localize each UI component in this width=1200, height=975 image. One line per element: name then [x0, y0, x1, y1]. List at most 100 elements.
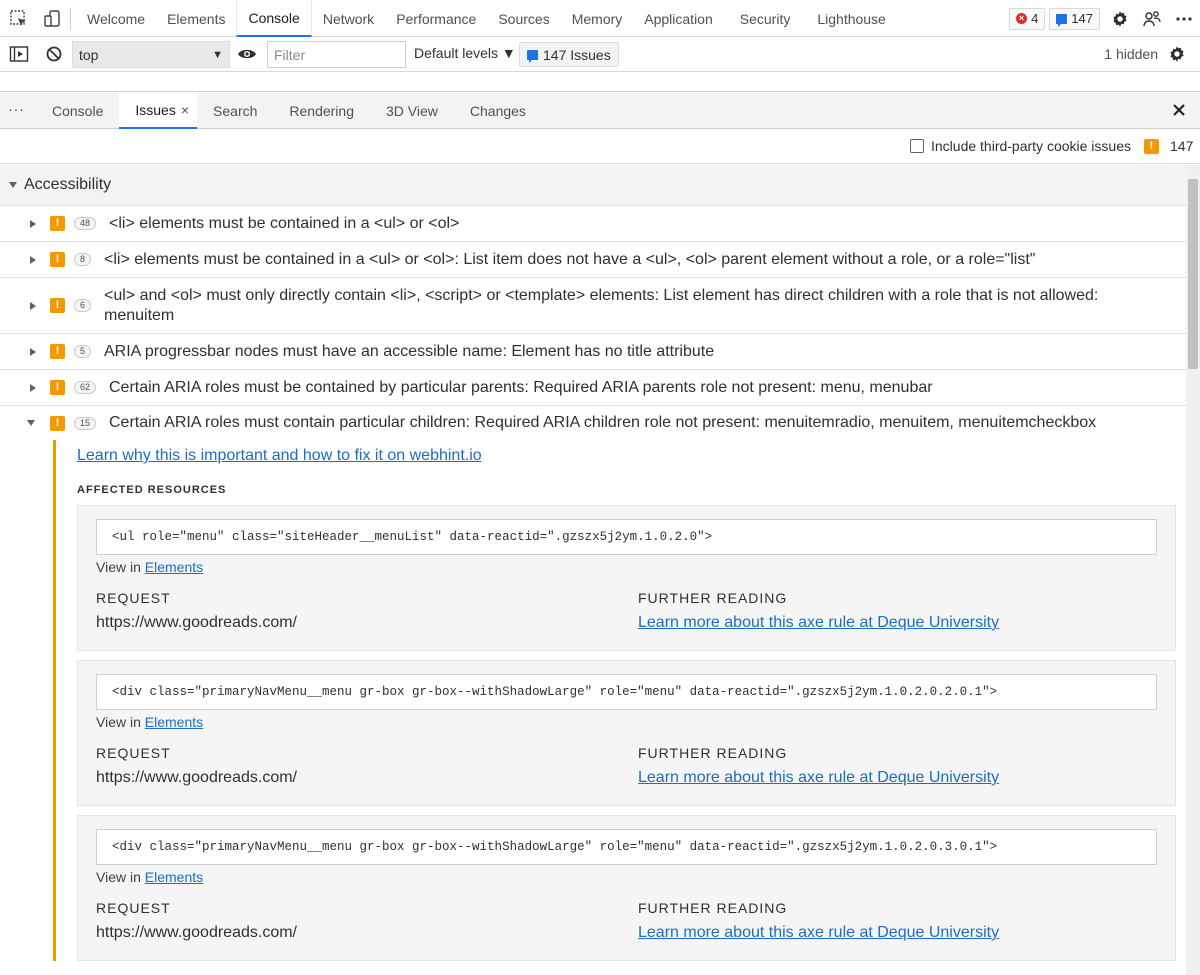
tab-performance[interactable]: Performance [385, 0, 487, 37]
issue-row-expanded[interactable]: ! 15 Certain ARIA roles must contain par… [0, 406, 1186, 440]
gear-icon [1113, 10, 1127, 27]
learn-more-link[interactable]: Learn why this is important and how to f… [77, 440, 1176, 467]
view-in-text: View in [96, 714, 141, 730]
gear-icon [1170, 46, 1184, 62]
tab-lighthouse[interactable]: Lighthouse [806, 0, 897, 37]
context-value: top [79, 46, 99, 63]
view-in-elements-link[interactable]: Elements [145, 869, 203, 885]
message-count: 147 [1071, 11, 1093, 26]
devtools-main-toolbar: Welcome Elements Console Network Perform… [0, 0, 1200, 37]
block-icon [46, 46, 62, 62]
view-in-row: View in Elements [96, 869, 1157, 885]
tab-elements[interactable]: Elements [156, 0, 236, 37]
request-url: https://www.goodreads.com/ [96, 769, 297, 786]
tab-application[interactable]: Application [633, 0, 729, 37]
issue-row[interactable]: ! 62 Certain ARIA roles must be containe… [0, 370, 1186, 406]
further-reading-link[interactable]: Learn more about this axe rule at Deque … [638, 614, 999, 632]
further-reading-label: FURTHER READING [638, 900, 788, 916]
console-settings-button[interactable] [1165, 43, 1189, 65]
third-party-checkbox-label: Include third-party cookie issues [931, 138, 1131, 154]
request-label: REQUEST [96, 900, 171, 916]
tab-network[interactable]: Network [312, 0, 385, 37]
drawer-tab-search[interactable]: Search [197, 92, 273, 129]
drawer-tab-console[interactable]: Console [36, 92, 119, 129]
feedback-button[interactable] [1136, 0, 1168, 37]
error-count-badge[interactable]: × 4 [1009, 7, 1046, 30]
dropdown-arrow-icon: ▼ [212, 48, 223, 61]
third-party-cookie-toggle[interactable]: Include third-party cookie issues [910, 138, 1131, 154]
device-toolbar-icon[interactable] [42, 8, 64, 30]
tab-memory[interactable]: Memory [561, 0, 634, 37]
issues-toolbar: Include third-party cookie issues ! 147 [0, 129, 1200, 164]
clear-console-button[interactable] [42, 43, 66, 65]
settings-button[interactable] [1104, 0, 1136, 37]
element-snippet: <div class="primaryNavMenu__menu gr-box … [96, 829, 1157, 865]
drawer-tab-rendering[interactable]: Rendering [273, 92, 370, 129]
warning-icon: ! [50, 415, 65, 431]
collapse-arrow-icon [30, 219, 36, 228]
issues-list: Accessibility ! 48 <li> elements must be… [0, 165, 1186, 975]
drawer-tab-changes[interactable]: Changes [454, 92, 542, 129]
issue-row[interactable]: ! 5 ARIA progressbar nodes must have an … [0, 334, 1186, 370]
issue-title: <li> elements must be contained in a <ul… [109, 214, 460, 232]
issue-count-badge: 48 [74, 217, 97, 230]
more-tools-button[interactable]: ··· [8, 101, 25, 117]
issue-row[interactable]: ! 8 <li> elements must be contained in a… [0, 242, 1186, 278]
issues-total: ! 147 [1144, 138, 1193, 154]
close-drawer-button[interactable] [1170, 101, 1188, 119]
third-party-checkbox[interactable] [910, 139, 924, 153]
view-in-row: View in Elements [96, 559, 1157, 575]
tab-security[interactable]: Security [729, 0, 807, 37]
view-in-elements-link[interactable]: Elements [145, 559, 203, 575]
request-url: https://www.goodreads.com/ [96, 924, 297, 941]
log-levels-dropdown[interactable]: Default levels ▼ [414, 45, 516, 61]
issue-title: Certain ARIA roles must contain particul… [109, 414, 1097, 431]
scrollbar-thumb[interactable] [1188, 179, 1198, 369]
category-accessibility[interactable]: Accessibility [0, 165, 1186, 206]
live-expression-button[interactable] [235, 43, 259, 65]
tab-welcome[interactable]: Welcome [76, 0, 156, 37]
issue-count-badge: 5 [74, 345, 92, 358]
console-toolbar: top ▼ Default levels ▼ 147 Issues 1 hidd… [0, 37, 1200, 72]
warning-icon: ! [50, 298, 65, 313]
view-in-text: View in [96, 559, 141, 575]
further-reading-link[interactable]: Learn more about this axe rule at Deque … [638, 769, 999, 787]
view-in-elements-link[interactable]: Elements [145, 714, 203, 730]
issue-row[interactable]: ! 48 <li> elements must be contained in … [0, 206, 1186, 242]
warning-icon: ! [50, 216, 65, 231]
error-count: 4 [1031, 11, 1039, 26]
message-count-badge[interactable]: 147 [1049, 7, 1100, 30]
issue-row[interactable]: ! 6 <ul> and <ol> must only directly con… [0, 278, 1186, 334]
view-in-row: View in Elements [96, 714, 1157, 730]
close-tab-icon[interactable]: × [181, 102, 189, 118]
collapse-arrow-icon [30, 383, 36, 392]
eye-icon [238, 49, 256, 59]
further-reading-column: FURTHER READING Learn more about this ax… [638, 745, 999, 787]
drawer-tab-bar: ··· Console Issues × Search Rendering 3D… [0, 92, 1200, 129]
further-reading-column: FURTHER READING Learn more about this ax… [638, 590, 999, 632]
issue-title: <li> elements must be contained in a <ul… [104, 250, 1036, 268]
issues-scrollbar[interactable] [1186, 165, 1200, 975]
further-reading-label: FURTHER READING [638, 745, 788, 761]
sidebar-play-icon [9, 46, 29, 62]
further-reading-link[interactable]: Learn more about this axe rule at Deque … [638, 924, 999, 942]
context-selector[interactable]: top ▼ [72, 41, 230, 68]
category-title: Accessibility [24, 176, 112, 193]
console-output-area [0, 72, 1200, 92]
error-icon: × [1016, 13, 1028, 24]
show-sidebar-button[interactable] [7, 43, 31, 65]
panel-tabs: Welcome Elements Console Network Perform… [76, 0, 897, 37]
drawer-tab-3d-view[interactable]: 3D View [370, 92, 454, 129]
tab-sources[interactable]: Sources [487, 0, 560, 37]
customize-menu-button[interactable] [1168, 0, 1200, 37]
inspect-element-icon[interactable] [8, 8, 30, 30]
filter-input[interactable] [267, 41, 406, 68]
issue-details: Learn why this is important and how to f… [53, 440, 1186, 961]
tab-console[interactable]: Console [236, 0, 312, 37]
people-icon [1143, 10, 1161, 26]
more-horizontal-icon [1176, 16, 1192, 21]
issues-count-button[interactable]: 147 Issues [519, 42, 619, 67]
drawer-tab-issues[interactable]: Issues × [119, 92, 198, 129]
drawer-tabs: Console Issues × Search Rendering 3D Vie… [36, 92, 542, 129]
collapse-arrow-icon [30, 301, 36, 310]
